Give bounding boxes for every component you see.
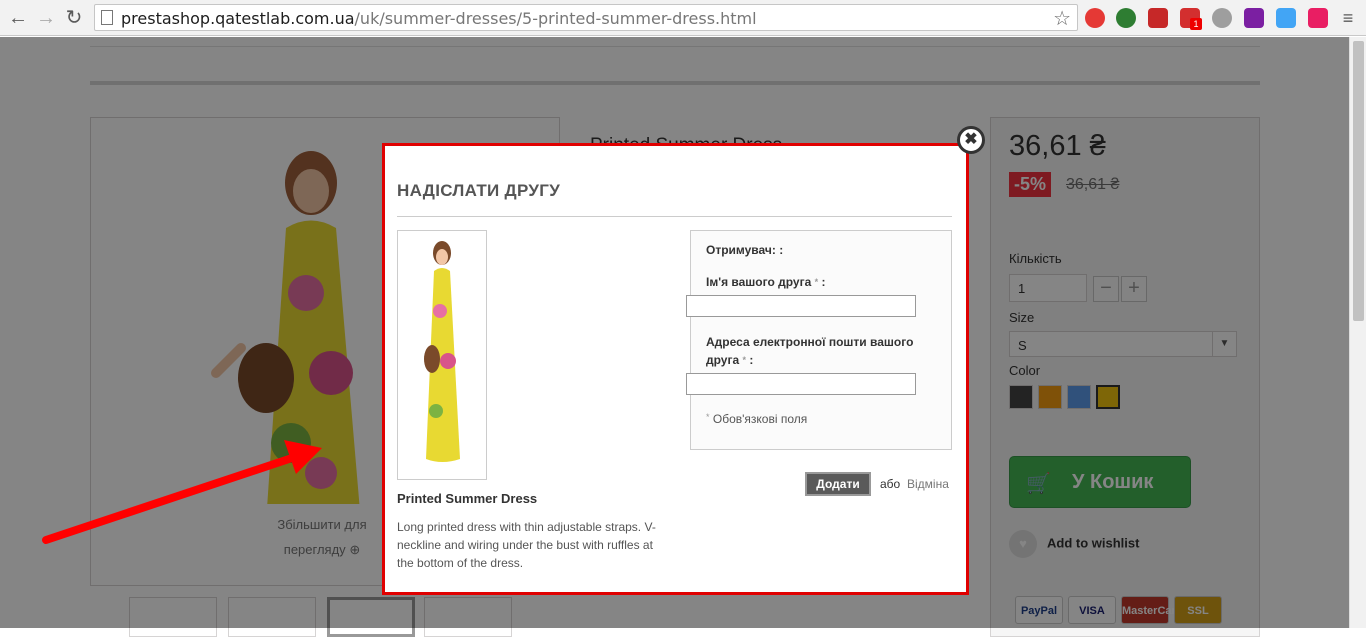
annotation-arrow (42, 440, 322, 544)
